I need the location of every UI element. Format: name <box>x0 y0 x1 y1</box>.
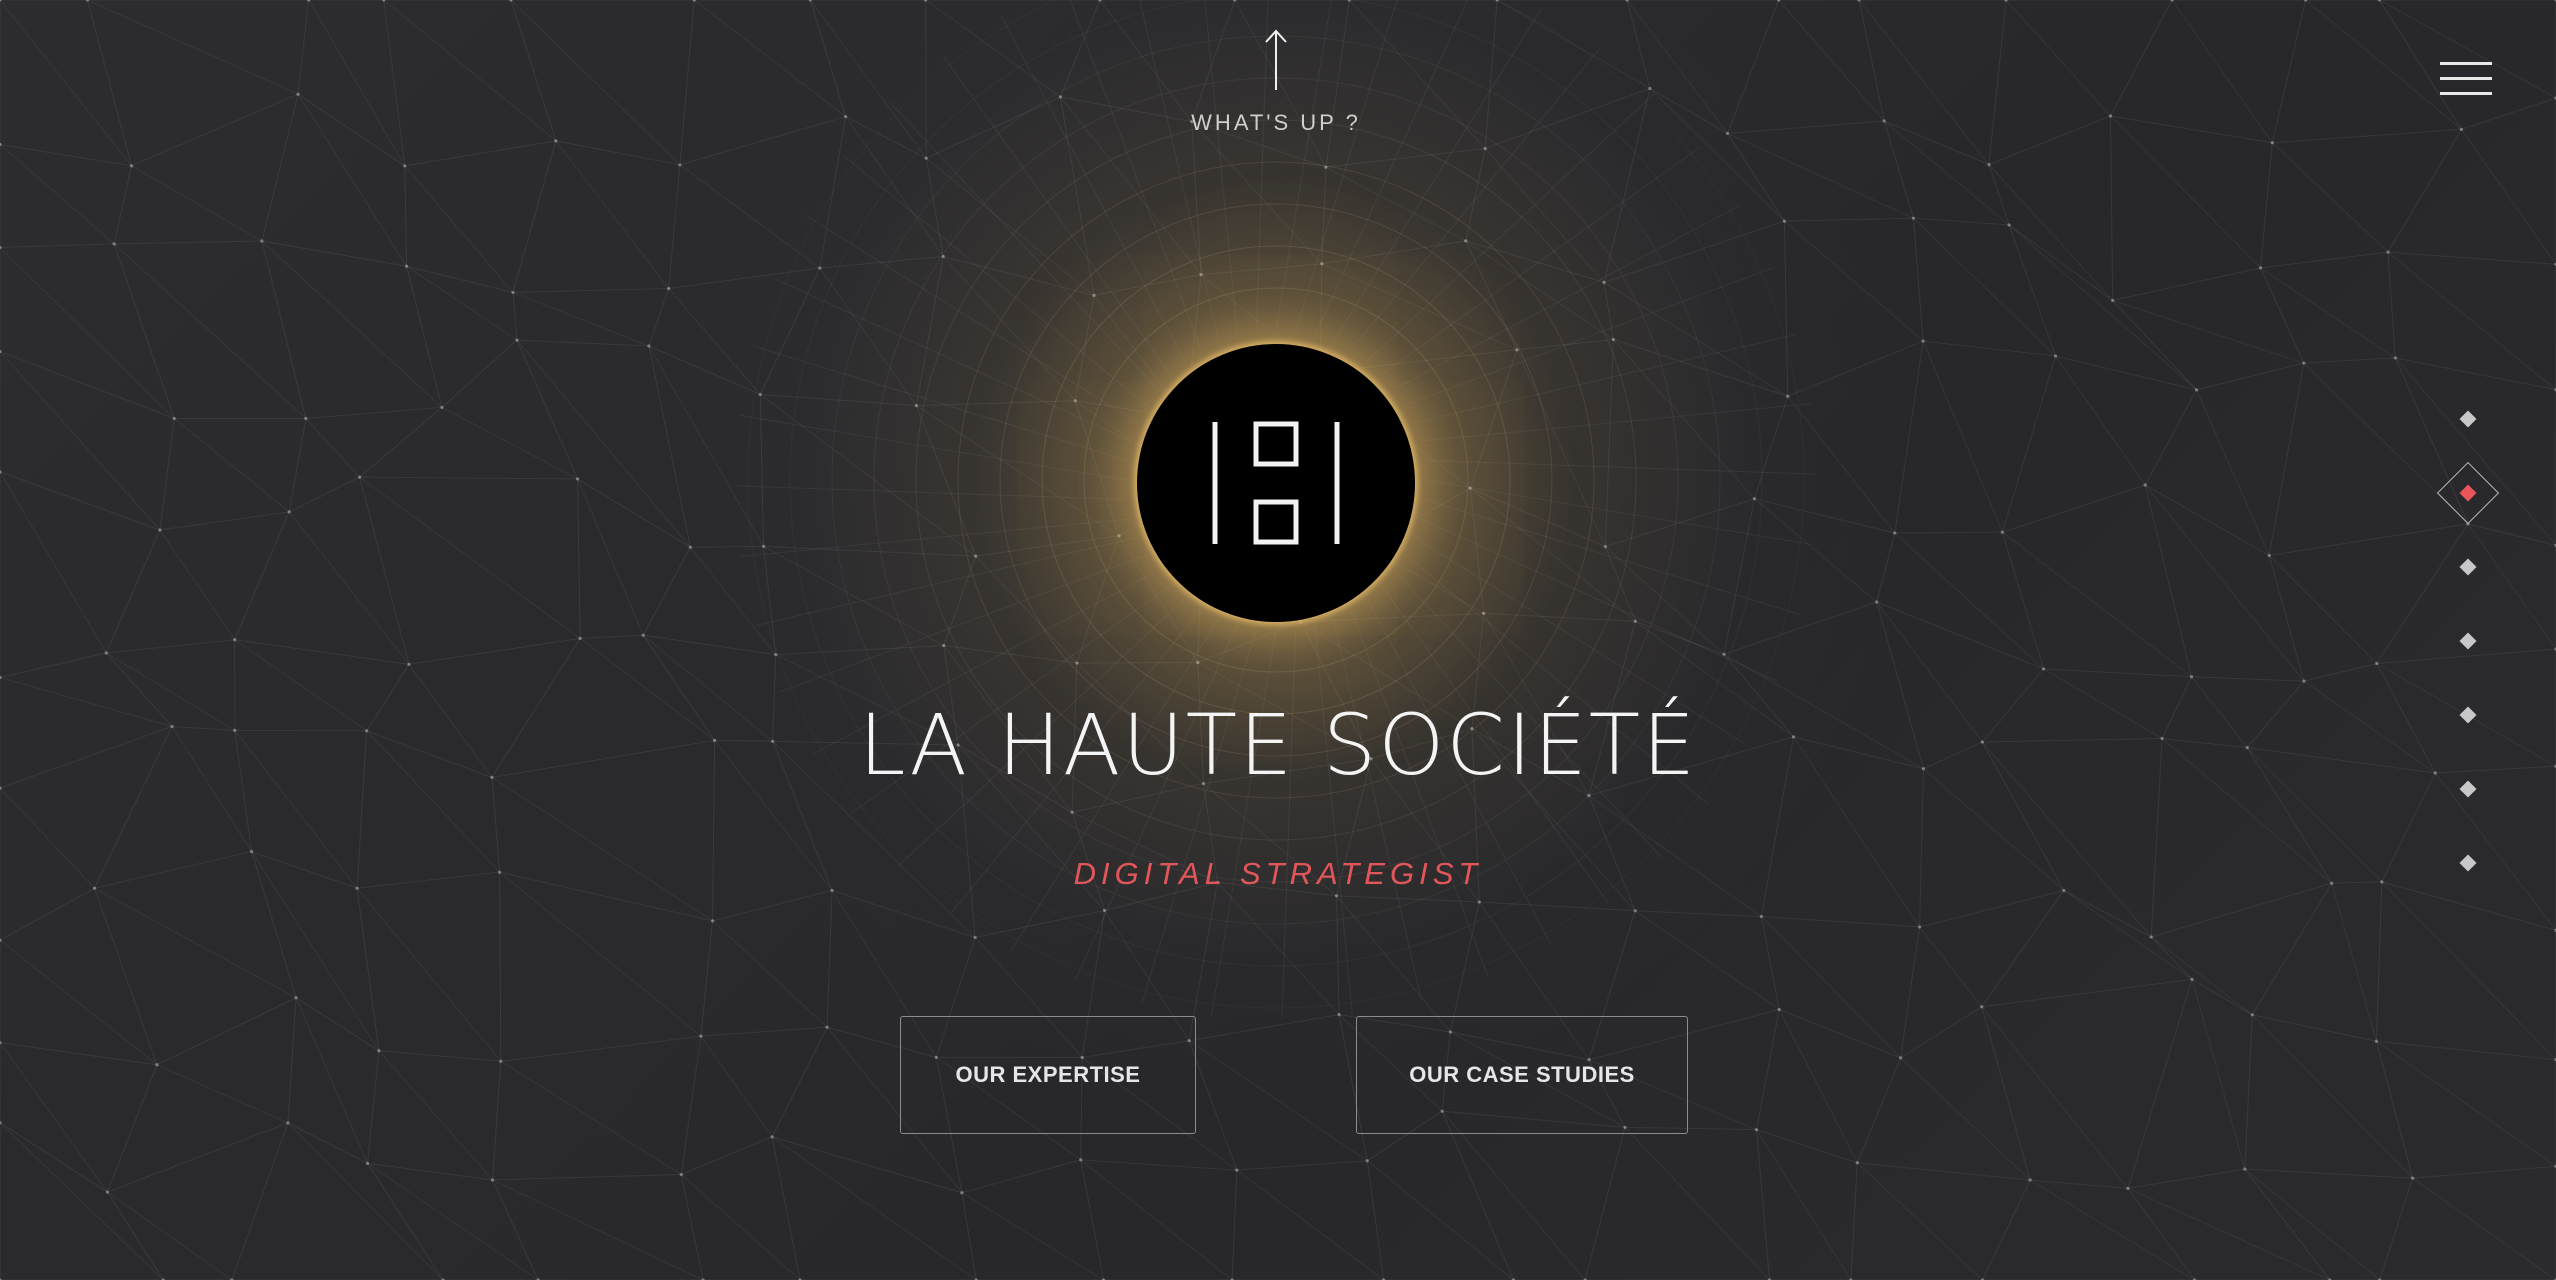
section-nav <box>2432 410 2504 890</box>
section-nav-dot-5[interactable] <box>2459 706 2477 724</box>
our-expertise-button[interactable]: OUR EXPERTISE <box>900 1016 1196 1134</box>
la-haute-societe-logo-icon <box>1212 421 1340 545</box>
section-nav-dot-4[interactable] <box>2459 632 2477 650</box>
arrow-up-icon <box>1265 29 1287 90</box>
section-nav-dot-1[interactable] <box>2459 410 2477 428</box>
hamburger-menu-icon[interactable] <box>2440 62 2492 98</box>
page-title: LA HAUTE SOCIÉTÉ <box>858 696 1698 794</box>
page-subtitle: DIGITAL STRATEGIST <box>1073 856 1483 891</box>
whats-up-label: WHAT'S UP ? <box>1191 110 1361 135</box>
logo <box>1137 344 1415 622</box>
section-nav-dot-7[interactable] <box>2459 854 2477 872</box>
section-nav-dot-3[interactable] <box>2459 558 2477 576</box>
diamond-icon <box>2459 854 2477 872</box>
our-case-studies-button[interactable]: OUR CASE STUDIES <box>1356 1016 1688 1134</box>
whats-up-link[interactable]: WHAT'S UP ? <box>1178 28 1374 148</box>
diamond-icon <box>2459 558 2477 576</box>
section-nav-dot-2[interactable] <box>2436 461 2500 525</box>
diamond-icon <box>2459 410 2477 428</box>
background-mesh <box>0 0 2556 1280</box>
section-nav-dot-6[interactable] <box>2459 780 2477 798</box>
diamond-icon <box>2459 706 2477 724</box>
diamond-icon <box>2459 632 2477 650</box>
diamond-icon <box>2459 780 2477 798</box>
